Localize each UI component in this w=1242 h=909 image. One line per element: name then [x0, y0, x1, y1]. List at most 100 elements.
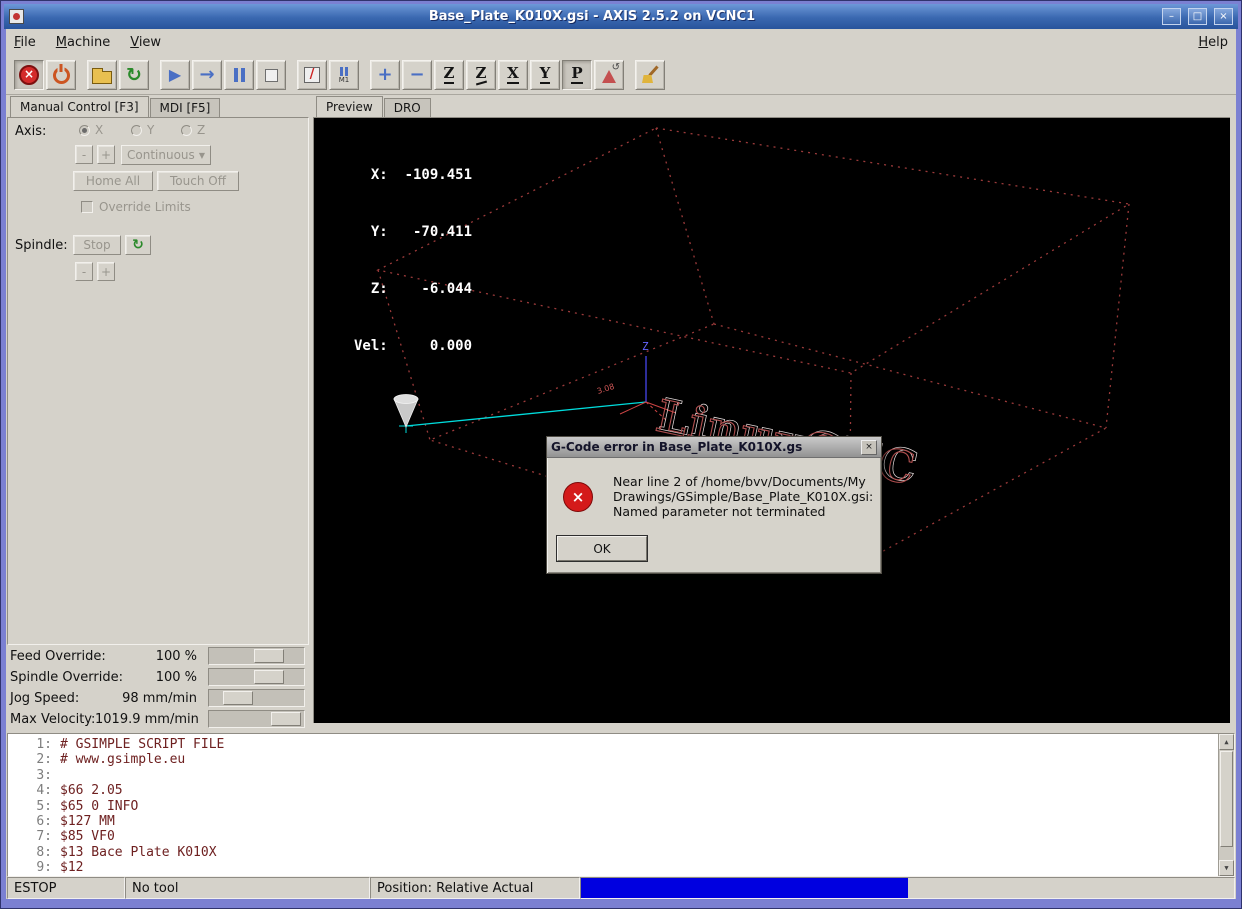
- titlebar[interactable]: Base_Plate_K010X.gsi - AXIS 2.5.2 on VCN…: [4, 4, 1238, 29]
- scroll-down-button[interactable]: ▼: [1219, 860, 1234, 876]
- jog-plus-button[interactable]: +: [97, 145, 115, 164]
- clear-plot-button[interactable]: [635, 60, 665, 90]
- zoom-out-icon: −: [409, 64, 425, 85]
- spindle-minus-button[interactable]: -: [75, 262, 93, 281]
- view-front-button[interactable]: Y: [530, 60, 560, 90]
- progress-fill: [581, 878, 908, 898]
- preview-canvas[interactable]: Z 3.08 LinuxCNC LinuxCNC X: -109.451 Y: …: [313, 117, 1230, 723]
- gcode-line[interactable]: 2: # www.gsimple.eu: [8, 752, 1234, 767]
- menu-view[interactable]: View: [130, 35, 161, 50]
- view-side-button[interactable]: X: [498, 60, 528, 90]
- line-text: $12: [60, 860, 84, 876]
- line-text: # www.gsimple.eu: [60, 752, 186, 768]
- ok-button[interactable]: OK: [556, 535, 648, 562]
- menu-file[interactable]: File: [14, 35, 36, 50]
- jog-speed-label: Jog Speed:: [10, 691, 80, 706]
- feed-override-slider[interactable]: [208, 647, 305, 665]
- jog-speed-row: Jog Speed: 98 mm/min: [7, 688, 309, 709]
- slash-icon: /: [304, 67, 320, 83]
- radio-axis-y[interactable]: Y: [131, 123, 154, 137]
- slider-handle[interactable]: [223, 691, 253, 705]
- run-step-button[interactable]: →: [192, 60, 222, 90]
- zoom-in-button[interactable]: +: [370, 60, 400, 90]
- reload-file-button[interactable]: ↻: [119, 60, 149, 90]
- gcode-line[interactable]: 6: $127 MM: [8, 814, 1234, 829]
- machine-power-button[interactable]: [46, 60, 76, 90]
- line-number: 1:: [36, 737, 52, 752]
- minimize-button[interactable]: –: [1162, 8, 1181, 25]
- line-number: 3:: [36, 767, 52, 783]
- scroll-up-button[interactable]: ▲: [1219, 734, 1234, 750]
- tab-manual-control[interactable]: Manual Control [F3]: [10, 96, 149, 117]
- broom-icon: [641, 65, 659, 84]
- tab-preview[interactable]: Preview: [316, 96, 383, 117]
- gcode-editor[interactable]: 1: # GSIMPLE SCRIPT FILE 2: # www.gsimple.…: [7, 733, 1235, 877]
- play-icon: ▶: [168, 65, 182, 84]
- stop-icon: [264, 68, 278, 82]
- tab-mdi[interactable]: MDI [F5]: [149, 98, 221, 117]
- spindle-turn-icon: ↻: [132, 237, 144, 253]
- home-all-button[interactable]: Home All: [73, 171, 153, 191]
- checkbox-indicator: [81, 201, 93, 213]
- estop-button[interactable]: ×: [14, 60, 44, 90]
- view-top-button[interactable]: Z: [434, 60, 464, 90]
- jog-minus-button[interactable]: -: [75, 145, 93, 164]
- slider-handle[interactable]: [254, 649, 284, 663]
- touch-off-button[interactable]: Touch Off: [157, 171, 239, 191]
- gcode-line[interactable]: 1: # GSIMPLE SCRIPT FILE: [8, 737, 1234, 752]
- spindle-direction-button[interactable]: ↻: [125, 235, 151, 255]
- power-icon: [52, 66, 70, 84]
- line-number: 7:: [36, 829, 52, 845]
- view-perspective-button[interactable]: P: [562, 60, 592, 90]
- dialog-message: Near line 2 of /home/bvv/Documents/My Dr…: [613, 474, 873, 519]
- max-velocity-slider[interactable]: [208, 710, 305, 728]
- dialog-titlebar[interactable]: G-Code error in Base_Plate_K010X.gs ×: [547, 437, 881, 458]
- dialog-close-button[interactable]: ×: [861, 439, 877, 455]
- scrollbar-thumb[interactable]: [1220, 751, 1233, 847]
- step-arrow-icon: →: [199, 64, 215, 85]
- gcode-line[interactable]: 7: $85 VF0: [8, 829, 1234, 844]
- gcode-scrollbar[interactable]: ▲ ▼: [1218, 734, 1234, 876]
- run-program-button[interactable]: ▶: [160, 60, 190, 90]
- gcode-line[interactable]: 3:: [8, 768, 1234, 783]
- jog-speed-slider[interactable]: [208, 689, 305, 707]
- gcode-line[interactable]: 8: $13 Bace Plate K010X: [8, 845, 1234, 860]
- stop-button[interactable]: [256, 60, 286, 90]
- pause-button[interactable]: [224, 60, 254, 90]
- spindle-plus-button[interactable]: +: [97, 262, 115, 281]
- spindle-stop-button[interactable]: Stop: [73, 235, 121, 255]
- radio-axis-x[interactable]: X: [79, 123, 103, 137]
- gcode-line[interactable]: 9: $12: [8, 860, 1234, 875]
- zoom-out-button[interactable]: −: [402, 60, 432, 90]
- preview-tab-bar: Preview DRO: [316, 96, 432, 117]
- slider-handle[interactable]: [254, 670, 284, 684]
- side-view-icon: X: [507, 64, 519, 84]
- spindle-override-value: 100 %: [155, 670, 197, 685]
- rotate-view-button[interactable]: ↺: [594, 60, 624, 90]
- gcode-line[interactable]: 4: $66 2.05: [8, 783, 1234, 798]
- radio-axis-z[interactable]: Z: [181, 123, 205, 137]
- close-button[interactable]: ×: [1214, 8, 1233, 25]
- view-rotated-top-button[interactable]: Z: [466, 60, 496, 90]
- top-view-icon: Z: [443, 64, 455, 84]
- open-file-button[interactable]: [87, 60, 117, 90]
- maximize-button[interactable]: □: [1188, 8, 1207, 25]
- tab-dro[interactable]: DRO: [383, 98, 431, 117]
- toolbar-separator: [288, 60, 297, 90]
- slider-handle[interactable]: [271, 712, 301, 726]
- menu-machine[interactable]: Machine: [56, 35, 110, 50]
- backplot-graphics: Z 3.08 LinuxCNC LinuxCNC: [376, 127, 1131, 571]
- pause-icon: [233, 68, 245, 82]
- jog-mode-select[interactable]: Continuous ▼: [121, 145, 211, 165]
- jog-speed-value: 98 mm/min: [122, 691, 197, 706]
- gcode-line[interactable]: 5: $65 0 INFO: [8, 799, 1234, 814]
- toggle-optional-pause-button[interactable]: M1: [329, 60, 359, 90]
- toggle-skip-lines-button[interactable]: /: [297, 60, 327, 90]
- override-limits-checkbox[interactable]: Override Limits: [81, 200, 191, 214]
- spindle-override-slider[interactable]: [208, 668, 305, 686]
- toolbar-separator: [78, 60, 87, 90]
- menu-help[interactable]: Help: [1198, 35, 1228, 50]
- feed-override-row: Feed Override: 100 %: [7, 646, 309, 667]
- line-text: # GSIMPLE SCRIPT FILE: [60, 737, 225, 752]
- progress-bar: [580, 877, 1235, 899]
